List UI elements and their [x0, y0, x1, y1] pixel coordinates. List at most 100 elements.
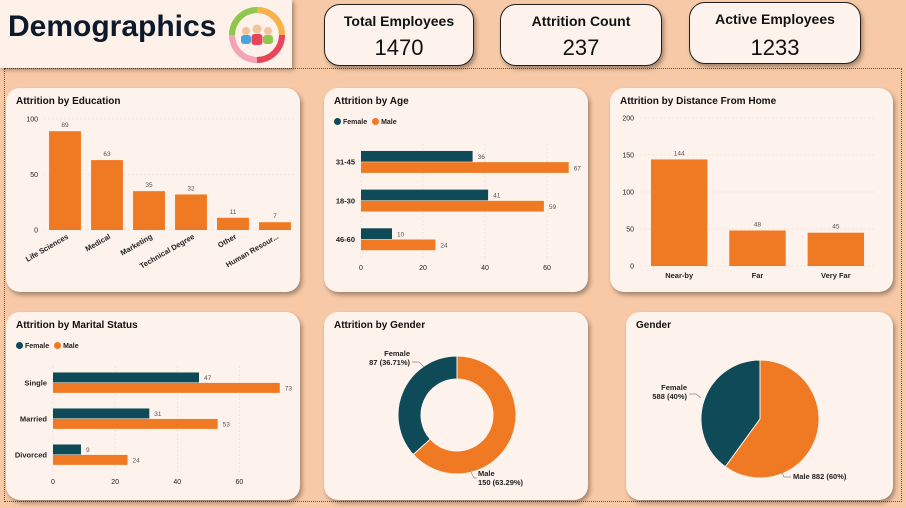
bar	[53, 382, 280, 393]
data-label: 41	[493, 193, 501, 200]
data-label: 24	[440, 243, 448, 250]
kpi-active-employees: Active Employees 1233	[689, 2, 861, 64]
y-tick-label: 50	[30, 172, 38, 179]
chart-card-gender: Gender Female 588 (40%) Male 882 (60%)	[626, 312, 893, 500]
bar	[53, 372, 200, 383]
bar	[217, 217, 249, 230]
data-label: 89	[61, 122, 69, 129]
bar	[53, 418, 218, 429]
bar	[53, 444, 81, 455]
age-bar-chart: 0 20 40 60 31-45 36 67 18-30 41 59 46-60 10 24	[336, 144, 582, 272]
y-tick-label: 18-30	[336, 196, 355, 205]
kpi-value: 1470	[374, 35, 424, 60]
kpi-total-employees: Total Employees 1470	[324, 4, 474, 66]
chart-card-attrition-gender: Attrition by Gender Female 87 (36.71%) Mal…	[324, 312, 588, 500]
slice-label: Female	[384, 349, 410, 358]
bar	[807, 232, 865, 266]
data-label: 144	[674, 150, 685, 157]
attrition-gender-donut: Female87 (36.71%) Male150 (63.29%)	[369, 349, 524, 487]
leader-line	[412, 361, 425, 368]
education-bar-chart: 0 50 100 89 Life Sciences 63 Medical 35 Marketin…	[24, 117, 296, 271]
distance-bar-chart: 0 50 100 150 200 144 Near-by 48 Far 45 Very Far	[622, 116, 875, 280]
slice-label: 87 (36.71%)	[369, 358, 410, 367]
chart-card-education: Attrition by Education 0 50 100 89 Life Scie…	[6, 88, 300, 292]
y-tick-label: Married	[20, 414, 48, 423]
data-label: 67	[574, 165, 582, 172]
chart-card-marital: Attrition by Marital Status Female Male …	[6, 312, 300, 500]
data-label: 24	[133, 458, 141, 465]
kpi-label: Active Employees	[715, 11, 835, 27]
y-tick-label: 150	[622, 153, 634, 160]
y-tick-label: 46-60	[336, 235, 355, 244]
data-label: 11	[230, 209, 237, 216]
x-tick-label: Marketing	[119, 232, 155, 258]
x-tick-label: Very Far	[821, 271, 851, 280]
y-tick-label: 0	[630, 264, 634, 271]
x-tick-label: Other	[216, 232, 238, 250]
x-tick-label: 20	[111, 479, 119, 486]
data-label: 48	[754, 221, 762, 228]
bar	[650, 159, 708, 266]
x-tick-label: 0	[51, 479, 55, 486]
bar	[133, 191, 165, 230]
slice-label: Male	[478, 469, 495, 478]
data-label: 10	[397, 231, 405, 238]
page-title: Demographics	[8, 10, 217, 43]
slice-label: 150 (63.29%)	[478, 478, 524, 487]
x-tick-label: 20	[419, 265, 427, 272]
data-label: 9	[86, 447, 90, 454]
bar	[361, 189, 489, 201]
slice-label: 588 (40%)	[652, 392, 687, 401]
data-label: 45	[832, 224, 840, 231]
kpi-value: 237	[562, 35, 600, 60]
y-tick-label: 200	[622, 116, 634, 123]
data-label: 63	[103, 151, 111, 158]
title-panel: Demographics	[0, 0, 292, 68]
x-tick-label: Far	[752, 271, 764, 280]
x-tick-label: Near-by	[665, 271, 694, 280]
data-label: 7	[273, 213, 277, 220]
bar	[361, 228, 392, 240]
y-tick-label: 50	[626, 227, 634, 234]
bar	[361, 200, 544, 212]
x-tick-label: Life Sciences	[24, 232, 70, 264]
bar	[91, 160, 123, 230]
y-tick-label: 31-45	[336, 158, 355, 167]
x-tick-label: 60	[543, 265, 551, 272]
bar	[53, 408, 150, 419]
bar	[361, 239, 436, 251]
dashboard: Demographics Total Employees 1470 Attrit…	[0, 0, 906, 508]
data-label: 47	[204, 375, 212, 382]
x-tick-label: 0	[359, 265, 363, 272]
data-label: 32	[187, 185, 195, 192]
data-label: 36	[478, 154, 486, 161]
bar	[361, 150, 473, 162]
slice-label: Male 882 (60%)	[793, 472, 847, 481]
slice-label: Female	[661, 383, 687, 392]
marital-bar-chart: 0 20 40 60 Single 47 73 Married 31 53 Divorced 9 24	[15, 366, 292, 486]
y-tick-label: 0	[34, 228, 38, 235]
leader-line	[689, 393, 702, 399]
bar	[175, 194, 207, 230]
y-tick-label: Single	[24, 378, 47, 387]
kpi-label: Attrition Count	[531, 13, 631, 29]
chart-card-distance: Attrition by Distance From Home 0 50 100 15…	[610, 88, 893, 292]
data-label: 35	[145, 182, 153, 189]
bar	[361, 162, 569, 173]
y-tick-label: 100	[26, 117, 38, 124]
bar	[259, 222, 291, 230]
x-tick-label: 60	[236, 479, 244, 486]
gender-pie: Female588 (40%) Male 882 (60%)	[652, 359, 847, 481]
data-label: 59	[549, 204, 557, 211]
bar	[53, 454, 128, 465]
kpi-attrition-count: Attrition Count 237	[500, 4, 662, 66]
data-label: 31	[154, 411, 162, 418]
x-tick-label: Medical	[84, 232, 112, 254]
people-icon	[229, 7, 285, 63]
data-label: 53	[223, 422, 231, 429]
y-tick-label: Divorced	[15, 450, 48, 459]
bar	[49, 131, 81, 230]
x-tick-label: 40	[173, 479, 181, 486]
bar	[729, 230, 786, 266]
x-tick-label: 40	[481, 265, 489, 272]
